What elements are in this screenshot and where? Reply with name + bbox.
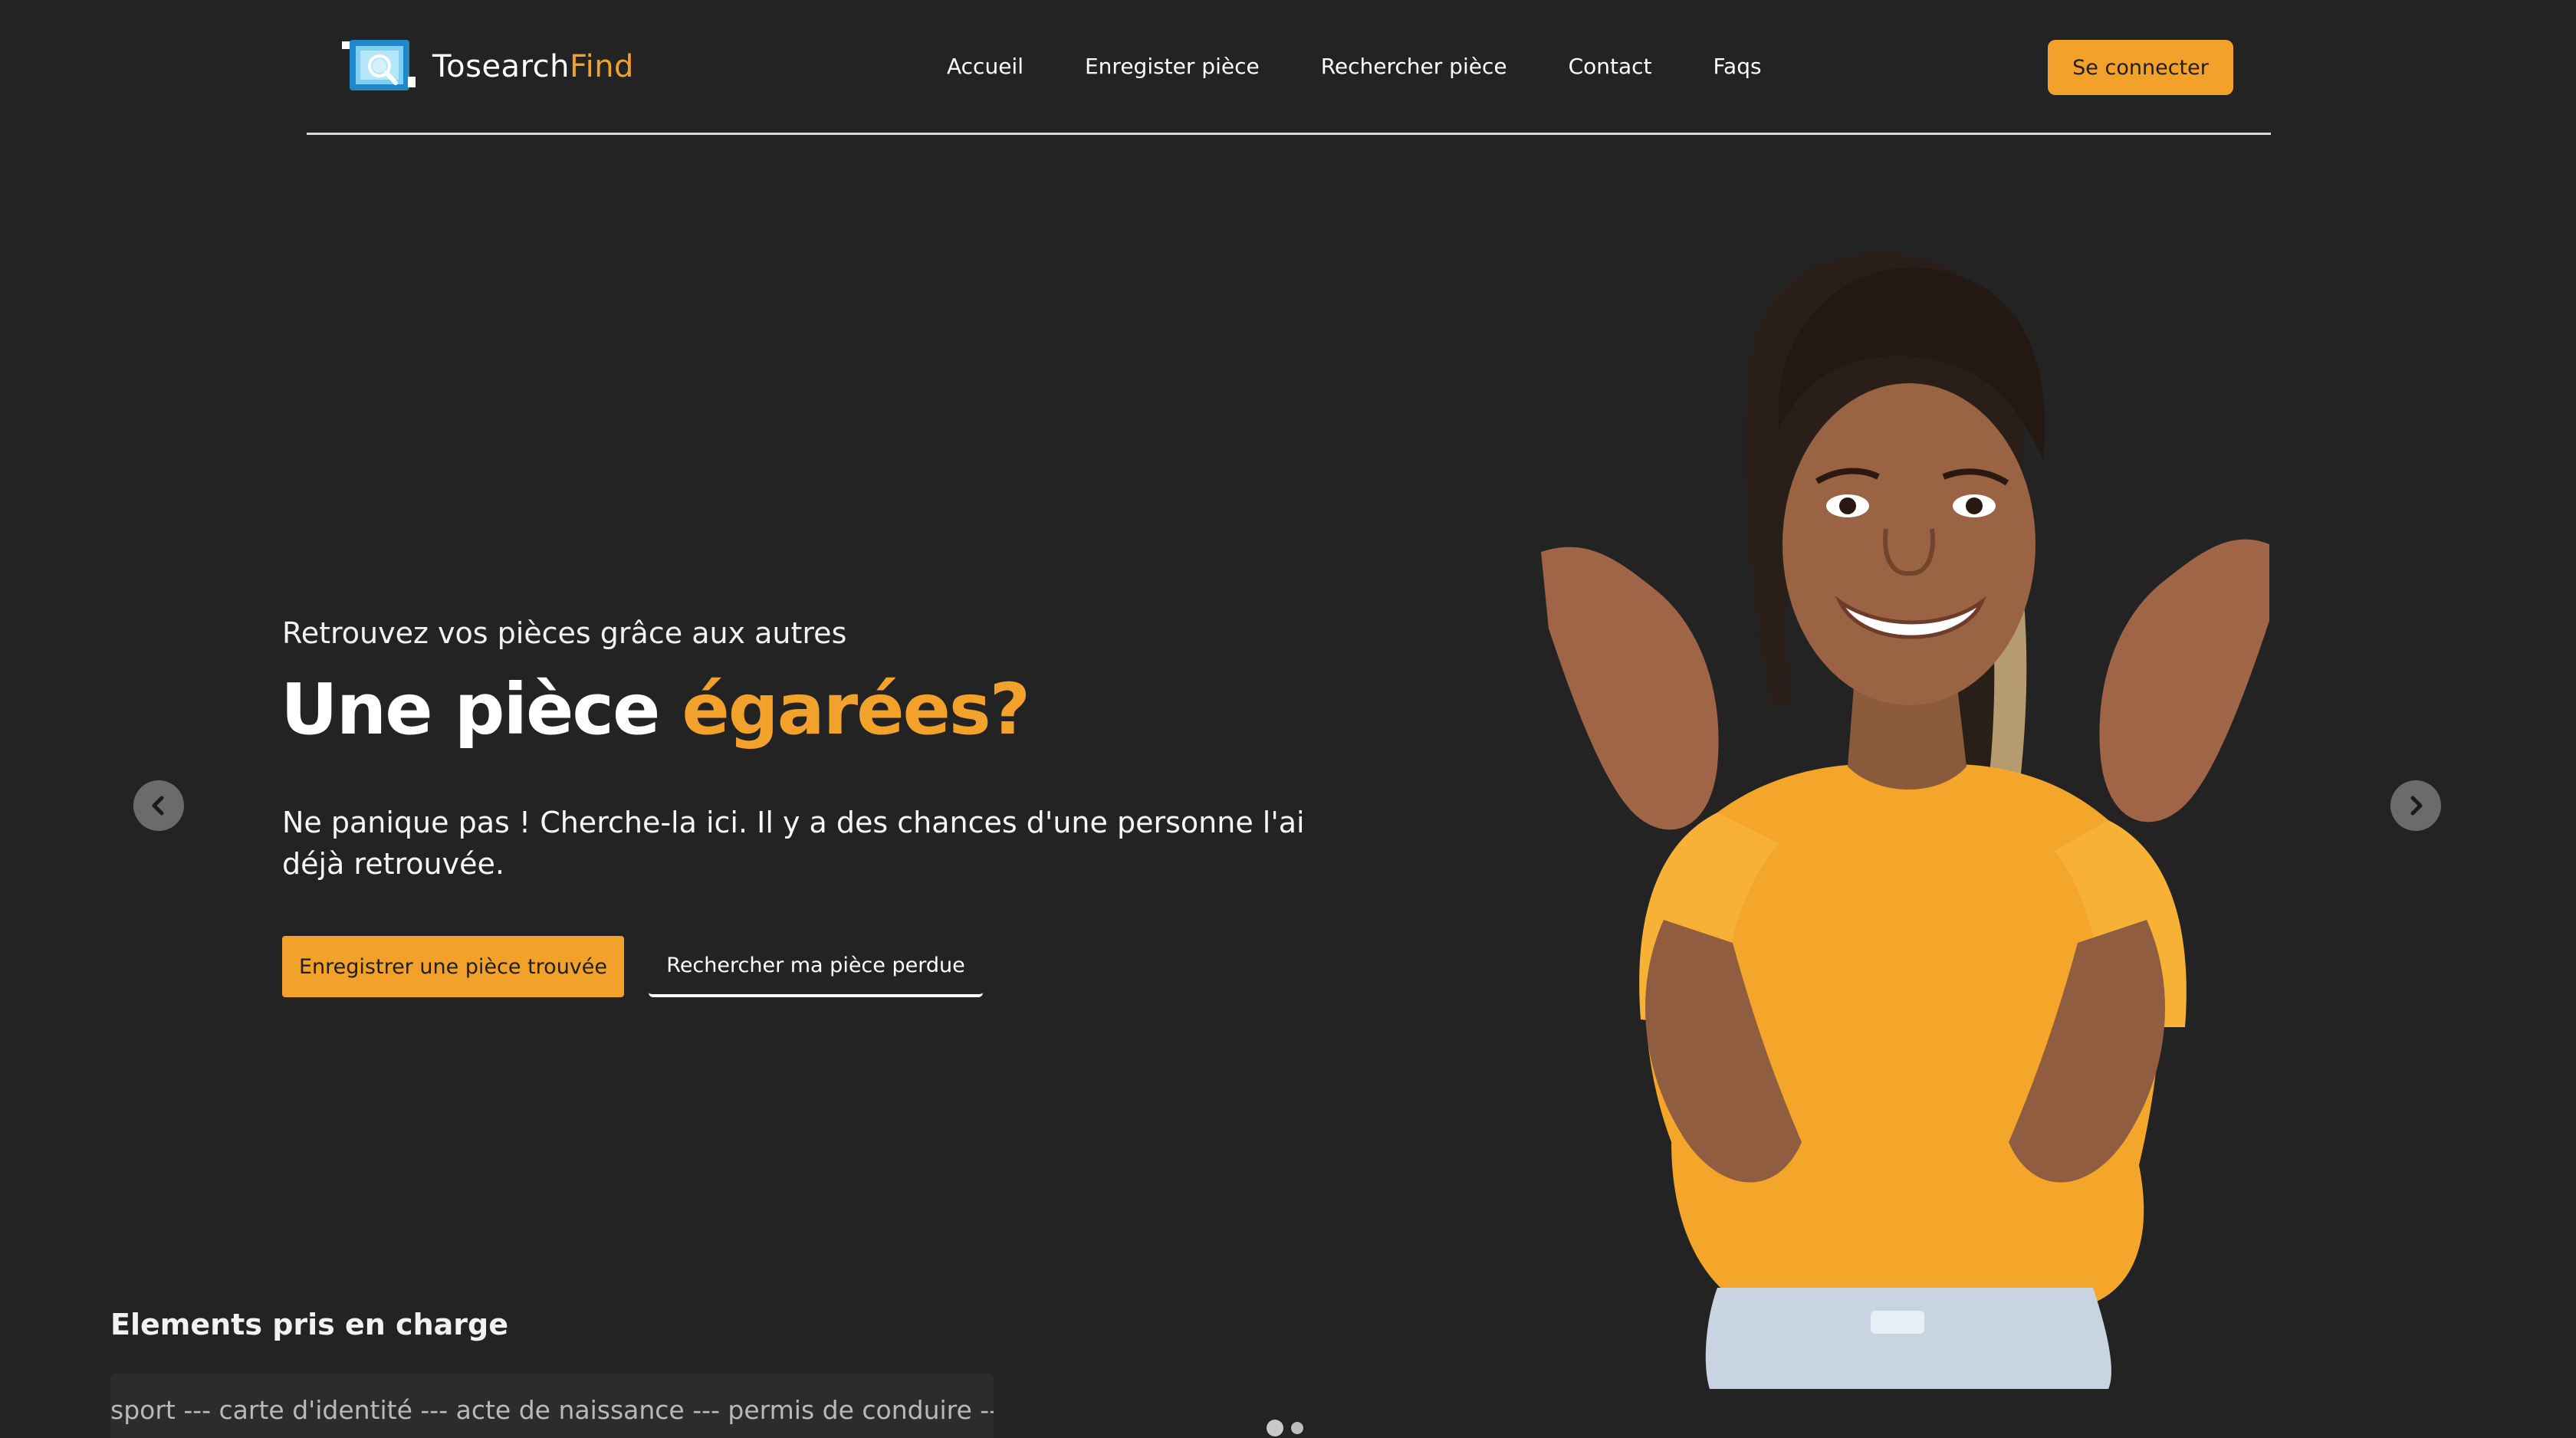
nav-link-contact[interactable]: Contact [1569, 54, 1652, 79]
carousel-next-button[interactable] [2390, 780, 2441, 831]
carousel-dot-active[interactable] [1267, 1420, 1283, 1436]
search-document-icon [342, 38, 416, 95]
brand-accent: Find [569, 49, 634, 84]
nav-link-enregister-piece[interactable]: Enregister pièce [1085, 54, 1260, 79]
carousel-prev-button[interactable] [133, 780, 184, 831]
register-found-item-button[interactable]: Enregistrer une pièce trouvée [282, 936, 624, 997]
supported-elements-marquee: sport --- carte d'identité --- acte de n… [110, 1374, 994, 1438]
nav-link-rechercher-piece[interactable]: Rechercher pièce [1321, 54, 1507, 79]
hero-title-accent: égarées? [682, 668, 1030, 750]
carousel-dot[interactable] [1291, 1422, 1303, 1434]
hero-subtitle: Retrouvez vos pièces grâce aux autres [282, 616, 847, 650]
nav-link-faqs[interactable]: Faqs [1714, 54, 1762, 79]
chevron-right-icon [2410, 796, 2423, 816]
elements-section-title: Elements pris en charge [110, 1308, 508, 1341]
carousel-indicators [1267, 1420, 1303, 1436]
brand-name: TosearchFind [432, 49, 634, 84]
brand-logo[interactable]: TosearchFind [342, 38, 634, 95]
hero-description: Ne panique pas ! Cherche-la ici. Il y a … [282, 806, 1305, 881]
nav-link-accueil[interactable]: Accueil [947, 54, 1024, 79]
brand-main: Tosearch [432, 49, 570, 84]
marquee-text: sport --- carte d'identité --- acte de n… [110, 1395, 994, 1425]
hero-title: Une pièce égarées? [281, 668, 1030, 750]
login-button[interactable]: Se connecter [2048, 40, 2233, 95]
hero-title-main: Une pièce [281, 668, 660, 750]
site-header: TosearchFind Accueil Enregister pièce Re… [307, 0, 2271, 135]
chevron-left-icon [152, 796, 164, 816]
home-page: TosearchFind Accueil Enregister pièce Re… [0, 0, 2576, 1438]
main-nav: Accueil Enregister pièce Rechercher pièc… [947, 54, 1762, 79]
search-lost-item-button[interactable]: Rechercher ma pièce perdue [649, 936, 983, 997]
hero-illustration [1526, 230, 2285, 1389]
